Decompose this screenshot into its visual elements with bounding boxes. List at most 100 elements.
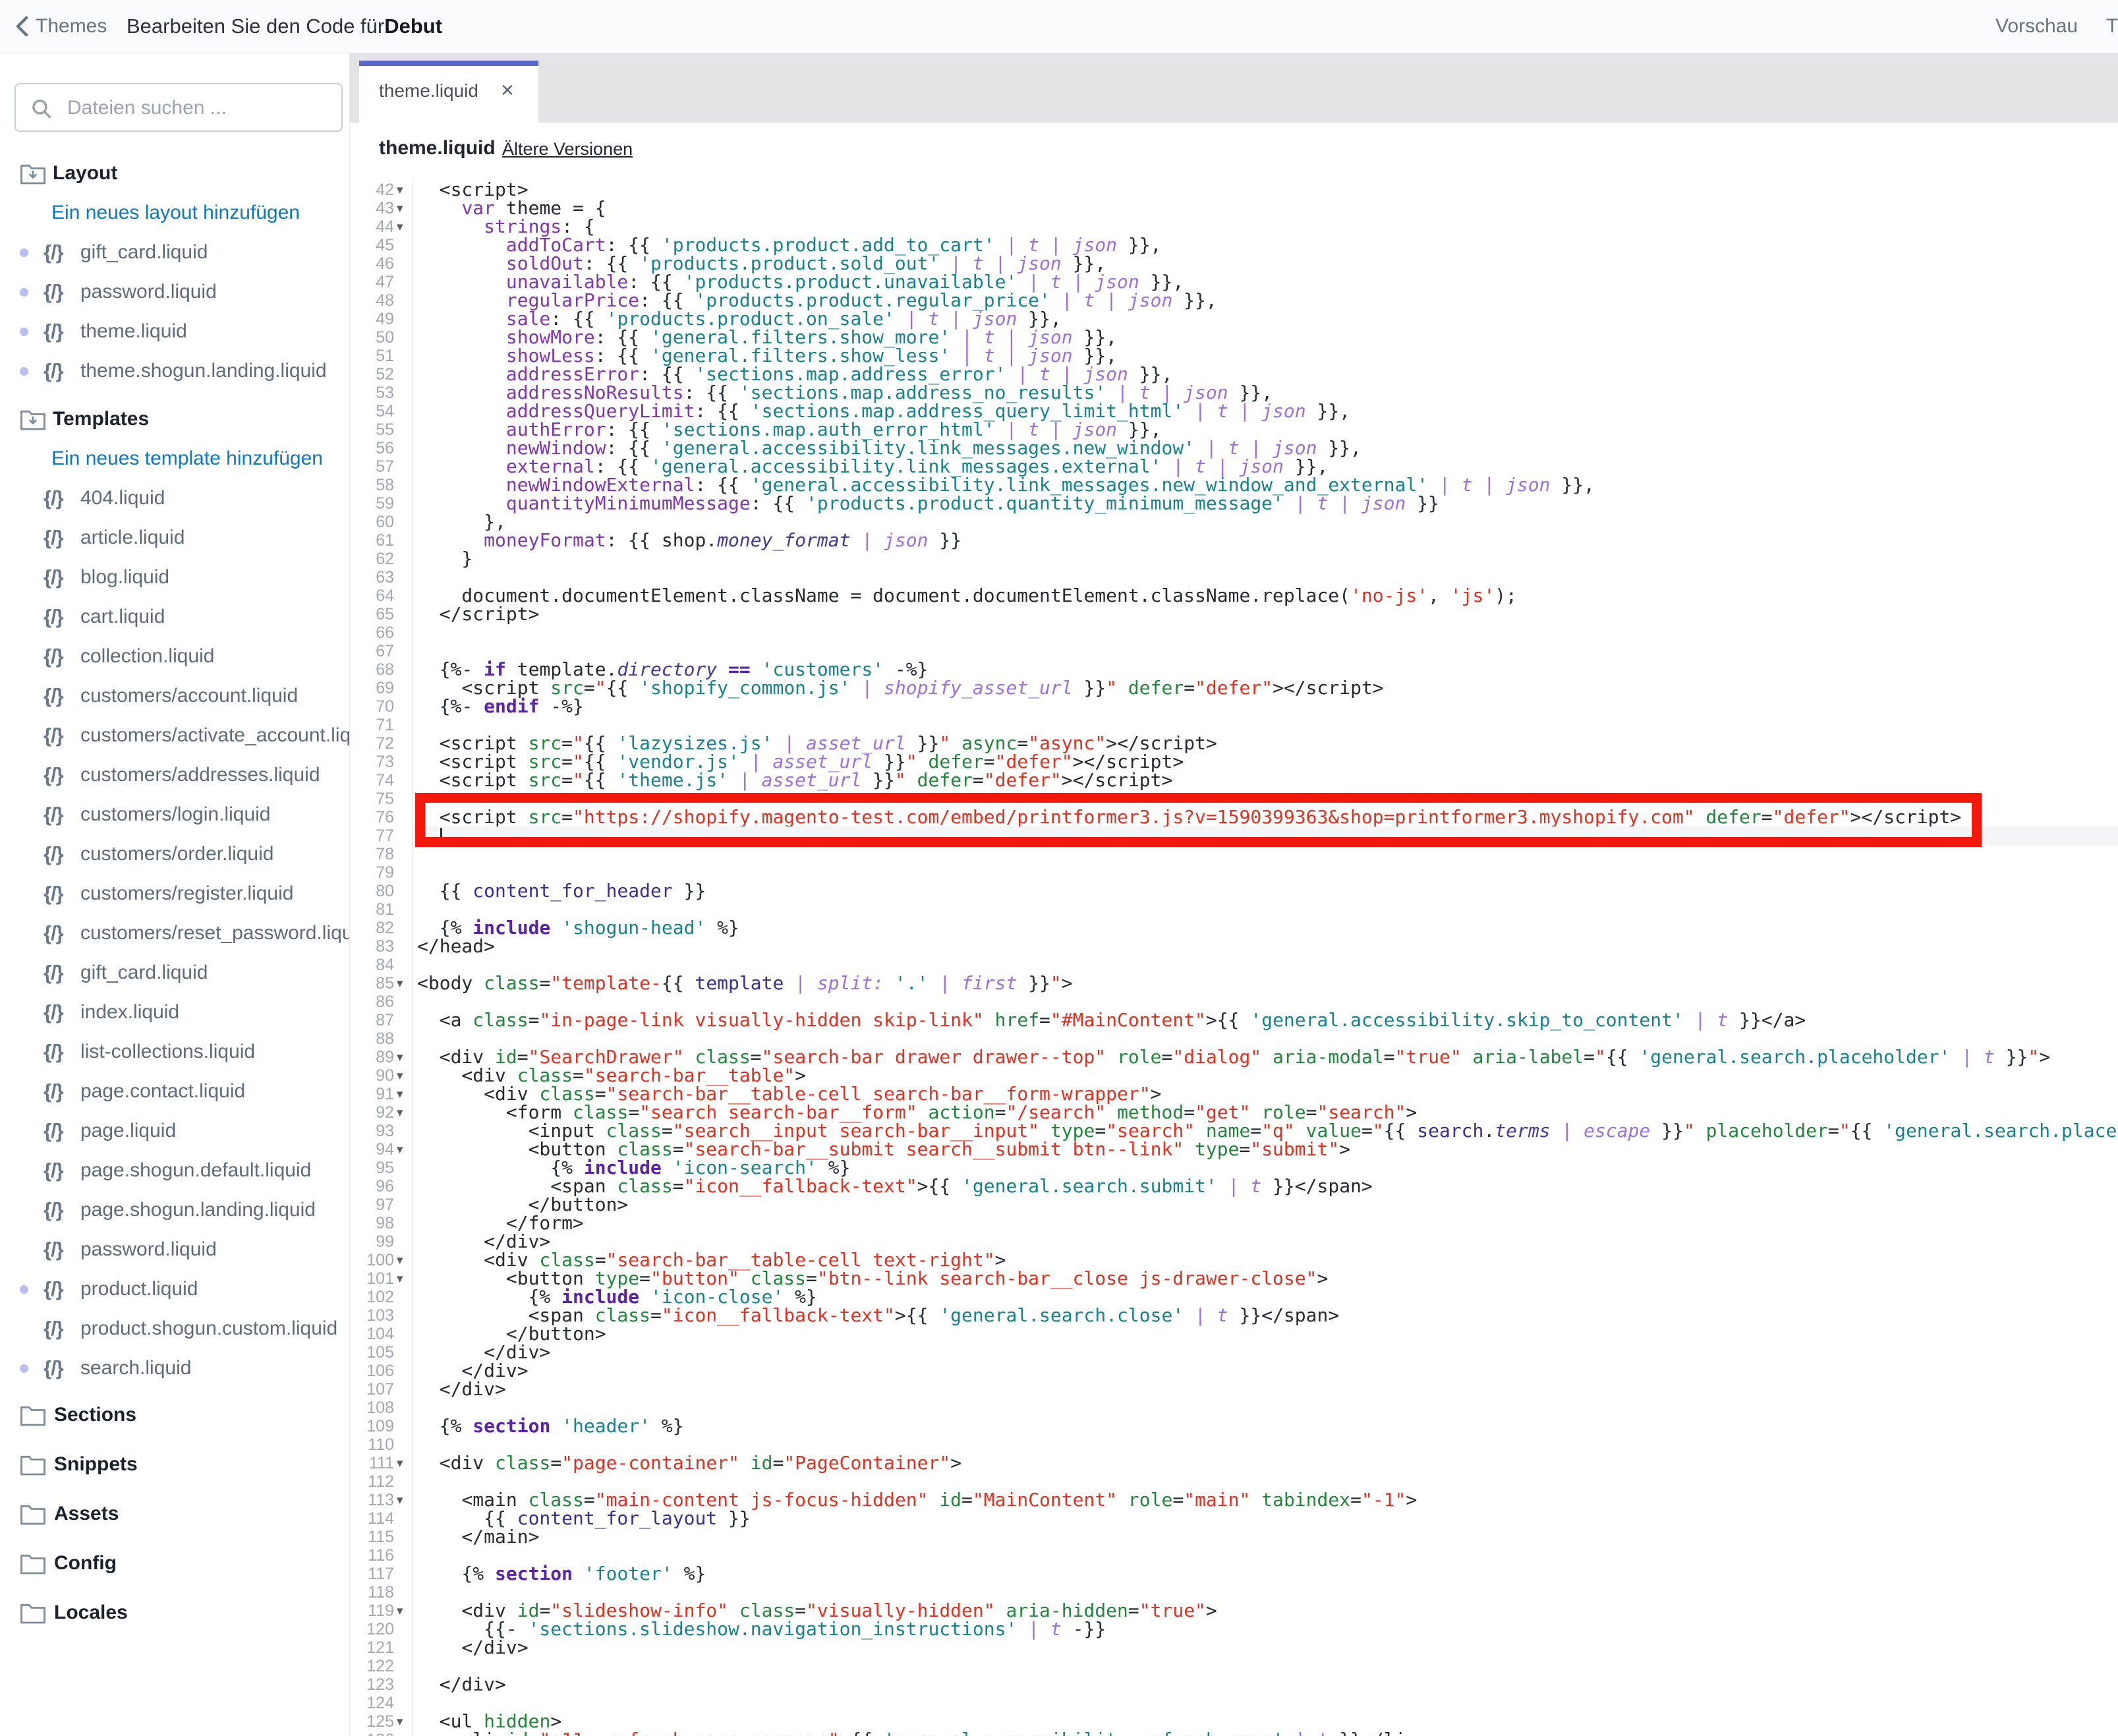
file-item[interactable]: {/}cart.liquid — [0, 597, 349, 637]
fold-arrow-icon[interactable]: ▾ — [397, 1067, 403, 1085]
code-line[interactable]: 56 newWindow: {{ 'general.accessibility.… — [350, 439, 2118, 457]
sidebar-section-layout[interactable]: Layout — [0, 154, 349, 193]
file-item[interactable]: {/}404.liquid — [0, 478, 349, 518]
code-line[interactable]: 80 {{ content_for_header }} — [350, 882, 2118, 900]
code-line[interactable]: 102 {% include 'icon-close' %} — [350, 1288, 2118, 1306]
fold-arrow-icon[interactable]: ▾ — [397, 975, 403, 993]
fold-arrow-icon[interactable]: ▾ — [397, 200, 403, 218]
code-line[interactable]: 99 </div> — [350, 1232, 2118, 1251]
file-item[interactable]: {/}customers/activate_account.liquid — [0, 716, 349, 755]
code-line[interactable]: 55 authError: {{ 'sections.map.auth_erro… — [350, 420, 2118, 439]
file-item[interactable]: {/}customers/login.liquid — [0, 795, 349, 834]
code-line[interactable]: 49 sale: {{ 'products.product.on_sale' |… — [350, 310, 2118, 328]
code-line[interactable]: 124 — [350, 1694, 2118, 1712]
code-line[interactable]: 118 — [350, 1583, 2118, 1602]
sidebar-folder-snippets[interactable]: Snippets — [0, 1439, 349, 1489]
code-line[interactable]: 122 — [350, 1657, 2118, 1675]
code-line[interactable]: 73 <script src="{{ 'vendor.js' | asset_u… — [350, 753, 2118, 771]
code-line[interactable]: 66 — [350, 623, 2118, 642]
code-line[interactable]: 75 — [350, 790, 2118, 808]
code-line[interactable]: 70 {%- endif -%} — [350, 697, 2118, 716]
code-line[interactable]: 120 {{- 'sections.slideshow.navigation_i… — [350, 1620, 2118, 1638]
code-line[interactable]: 68 {%- if template.directory == 'custome… — [350, 660, 2118, 679]
code-line[interactable]: 106 </div> — [350, 1362, 2118, 1380]
fold-arrow-icon[interactable]: ▾ — [397, 1491, 403, 1510]
code-line[interactable]: 77 — [350, 826, 2118, 845]
code-line[interactable]: 72 <script src="{{ 'lazysizes.js' | asse… — [350, 734, 2118, 753]
code-line[interactable]: 45 addToCart: {{ 'products.product.add_t… — [350, 236, 2118, 254]
fold-arrow-icon[interactable]: ▾ — [397, 1270, 403, 1288]
fold-arrow-icon[interactable]: ▾ — [397, 181, 403, 200]
code-line[interactable]: 87 <a class="in-page-link visually-hidde… — [350, 1011, 2118, 1029]
code-line[interactable]: 84 — [350, 956, 2118, 974]
search-input[interactable] — [66, 87, 332, 129]
code-line[interactable]: 54 addressQueryLimit: {{ 'sections.map.a… — [350, 402, 2118, 420]
file-item[interactable]: {/}list-collections.liquid — [0, 1032, 349, 1072]
code-line[interactable]: 100▾ <div class="search-bar__table-cell … — [350, 1251, 2118, 1269]
code-line[interactable]: 65 </script> — [350, 605, 2118, 623]
code-line[interactable]: 126 <li id="a11y-refresh-page-message">{… — [350, 1731, 2118, 1736]
file-item[interactable]: {/}product.shogun.custom.liquid — [0, 1309, 349, 1348]
code-line[interactable]: 111▾ <div class="page-container" id="Pag… — [350, 1454, 2118, 1472]
code-line[interactable]: 114 {{ content_for_layout }} — [350, 1509, 2118, 1528]
code-line[interactable]: 121 </div> — [350, 1638, 2118, 1657]
code-line[interactable]: 108 — [350, 1399, 2118, 1417]
code-line[interactable]: 57 external: {{ 'general.accessibility.l… — [350, 457, 2118, 476]
preview-button[interactable]: Vorschau — [1995, 0, 2078, 53]
file-item[interactable]: {/}index.liquid — [0, 993, 349, 1032]
add-new-layout-link[interactable]: Ein neues layout hinzufügen — [0, 193, 349, 233]
code-line[interactable]: 113▾ <main class="main-content js-focus-… — [350, 1491, 2118, 1509]
code-line[interactable]: 47 unavailable: {{ 'products.product.una… — [350, 273, 2118, 291]
fold-arrow-icon[interactable]: ▾ — [397, 1252, 403, 1270]
file-item[interactable]: {/}collection.liquid — [0, 637, 349, 676]
file-item[interactable]: {/}customers/account.liquid — [0, 676, 349, 716]
code-line[interactable]: 96 <span class="icon__fallback-text">{{ … — [350, 1177, 2118, 1196]
file-item[interactable]: {/}gift_card.liquid — [0, 953, 349, 993]
code-line[interactable]: 51 showLess: {{ 'general.filters.show_le… — [350, 347, 2118, 365]
sidebar-folder-config[interactable]: Config — [0, 1538, 349, 1588]
code-line[interactable]: 74 <script src="{{ 'theme.js' | asset_ur… — [350, 771, 2118, 790]
code-line[interactable]: 109 {% section 'header' %} — [350, 1417, 2118, 1435]
code-line[interactable]: 119▾ <div id="slideshow-info" class="vis… — [350, 1602, 2118, 1620]
tab-theme-liquid[interactable]: theme.liquid × — [359, 61, 538, 123]
fold-arrow-icon[interactable]: ▾ — [397, 218, 403, 237]
code-line[interactable]: 105 </div> — [350, 1343, 2118, 1362]
sidebar-folder-sections[interactable]: Sections — [0, 1390, 349, 1439]
code-line[interactable]: 98 </form> — [350, 1214, 2118, 1232]
fold-arrow-icon[interactable]: ▾ — [397, 1455, 403, 1473]
code-line[interactable]: 43▾ var theme = { — [350, 199, 2118, 217]
file-item[interactable]: {/}password.liquid — [0, 272, 349, 312]
file-item[interactable]: {/}theme.shogun.landing.liquid — [0, 351, 349, 391]
code-line[interactable]: 62 } — [350, 550, 2118, 568]
sidebar-folder-locales[interactable]: Locales — [0, 1588, 349, 1637]
code-line[interactable]: 64 document.documentElement.className = … — [350, 587, 2118, 605]
code-line[interactable]: 110 — [350, 1435, 2118, 1454]
code-line[interactable]: 53 addressNoResults: {{ 'sections.map.ad… — [350, 384, 2118, 402]
code-line[interactable]: 107 </div> — [350, 1380, 2118, 1399]
tab-close-icon[interactable]: × — [501, 78, 514, 103]
code-line[interactable]: 115 </main> — [350, 1528, 2118, 1546]
code-line[interactable]: 104 </button> — [350, 1325, 2118, 1343]
back-to-themes-button[interactable]: Themes — [14, 0, 107, 53]
sidebar-folder-assets[interactable]: Assets — [0, 1489, 349, 1538]
fold-arrow-icon[interactable]: ▾ — [397, 1049, 403, 1067]
code-line[interactable]: 94▾ <button class="search-bar__submit se… — [350, 1140, 2118, 1159]
file-item[interactable]: {/}product.liquid — [0, 1269, 349, 1309]
code-line[interactable]: 91▾ <div class="search-bar__table-cell s… — [350, 1085, 2118, 1103]
older-versions-link[interactable]: Ältere Versionen — [502, 139, 633, 159]
code-line[interactable]: 92▾ <form class="search search-bar__form… — [350, 1103, 2118, 1122]
code-line[interactable]: 78 — [350, 845, 2118, 863]
code-line[interactable]: 69 <script src="{{ 'shopify_common.js' |… — [350, 679, 2118, 697]
fold-arrow-icon[interactable]: ▾ — [397, 1085, 403, 1104]
add-new-templates-link[interactable]: Ein neues template hinzufügen — [0, 439, 349, 478]
code-line[interactable]: 93 <input class="search__input search-ba… — [350, 1122, 2118, 1140]
file-item[interactable]: {/}customers/reset_password.liquid — [0, 913, 349, 953]
theme-actions-button-clipped[interactable]: Theme — [2106, 0, 2118, 53]
code-line[interactable]: 46 soldOut: {{ 'products.product.sold_ou… — [350, 254, 2118, 273]
code-line[interactable]: 123 </div> — [350, 1675, 2118, 1694]
file-item[interactable]: {/}article.liquid — [0, 518, 349, 558]
file-item[interactable]: {/}gift_card.liquid — [0, 233, 349, 272]
code-line[interactable]: 58 newWindowExternal: {{ 'general.access… — [350, 476, 2118, 494]
code-line[interactable]: 71 — [350, 716, 2118, 734]
code-line[interactable]: 63 — [350, 568, 2118, 587]
